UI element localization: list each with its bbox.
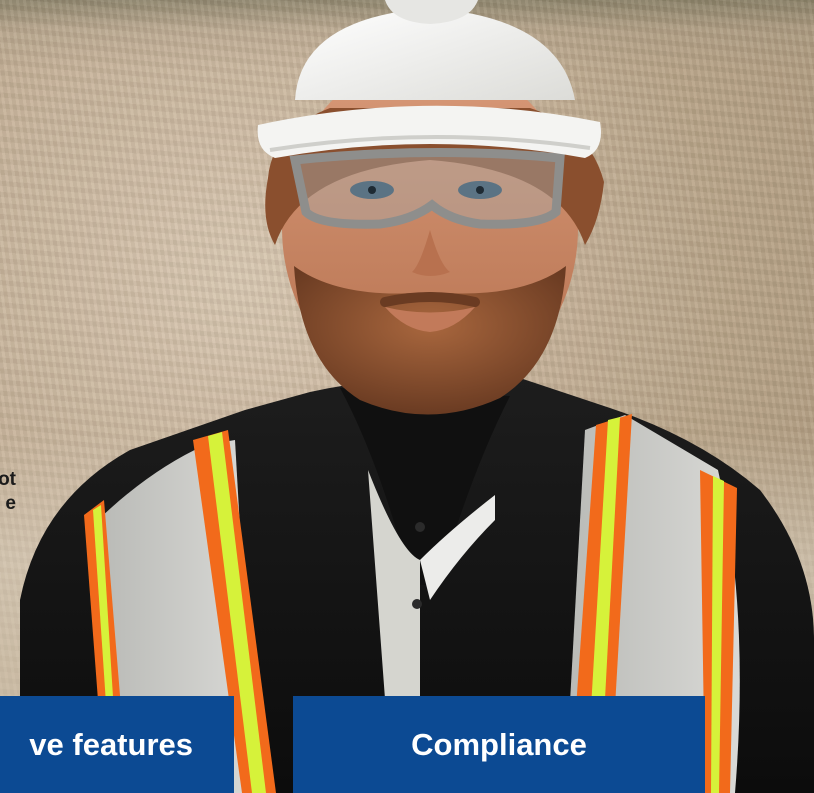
- hard-hat: [257, 0, 601, 158]
- worker-illustration: [20, 0, 814, 793]
- compliance-label: Compliance: [411, 726, 587, 762]
- hero-side-text-line-1: ot: [0, 469, 16, 490]
- hero-side-text: ot e: [0, 468, 16, 516]
- hero-image: [0, 0, 814, 793]
- hero-side-text-line-2: e: [5, 493, 16, 514]
- protective-features-tile[interactable]: ve features: [0, 696, 234, 793]
- compliance-tile[interactable]: Compliance: [293, 696, 705, 793]
- protective-features-label: ve features: [29, 726, 193, 762]
